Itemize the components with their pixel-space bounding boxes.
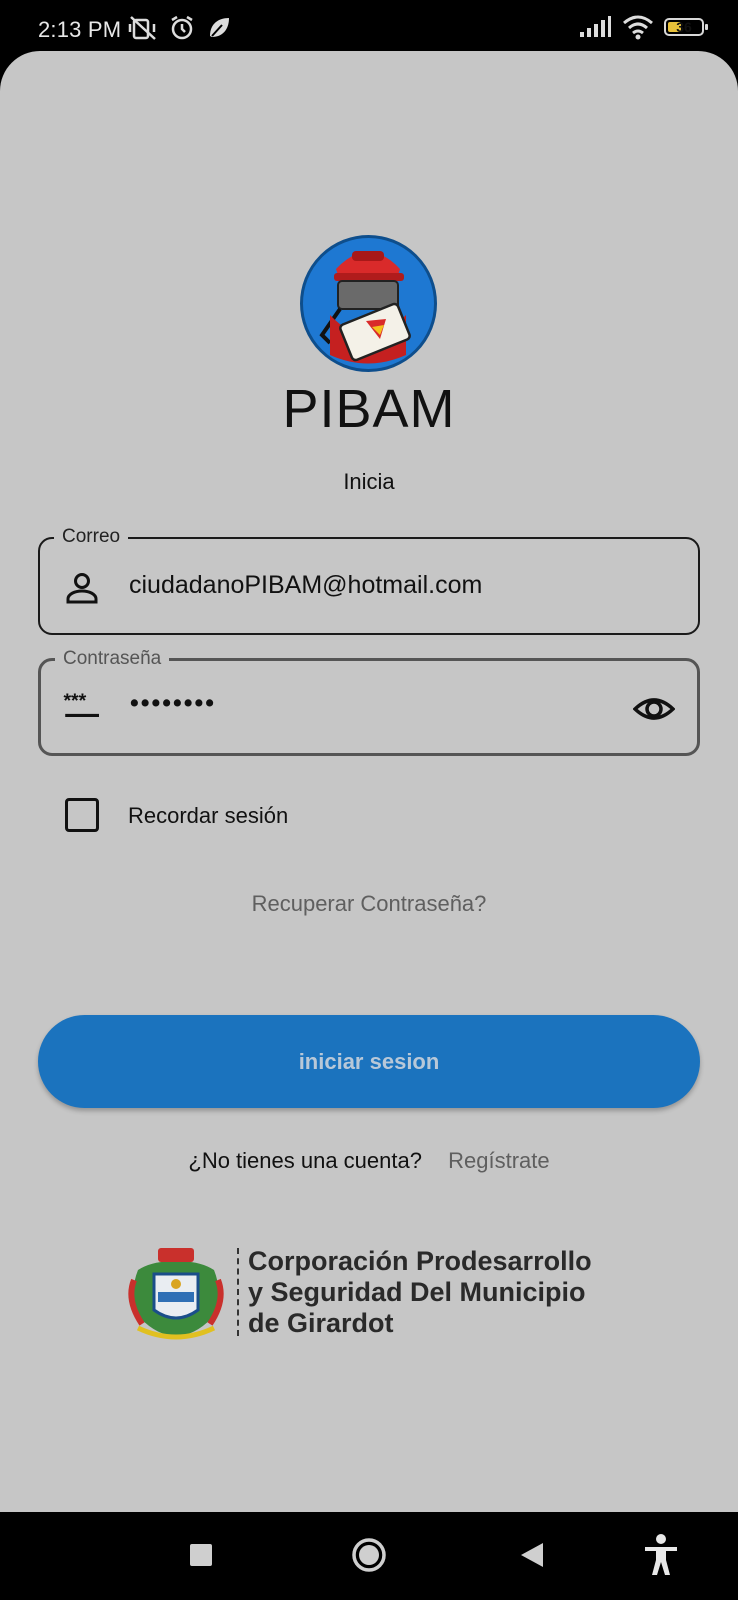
remember-label: Recordar sesión — [128, 803, 289, 828]
battery-icon: 36 — [664, 18, 708, 36]
organization-line-1: Corporación Prodesarrollo — [248, 1246, 592, 1276]
signup-link[interactable]: Regístrate — [448, 1148, 550, 1173]
svg-text:***: *** — [63, 690, 86, 712]
remember-checkbox[interactable] — [65, 798, 99, 832]
municipality-seal-logo — [128, 1248, 224, 1340]
status-time: 2:13 PM — [38, 17, 122, 42]
organization-line-3: de Girardot — [248, 1308, 394, 1338]
password-icon: *** — [63, 690, 99, 717]
leaf-icon — [210, 18, 229, 37]
recents-button-icon[interactable] — [190, 1544, 212, 1566]
app-title: PIBAM — [282, 379, 456, 439]
navigation-bar — [0, 1512, 738, 1600]
signup-prompt: ¿No tienes una cuenta? — [188, 1148, 422, 1173]
battery-level: 36 — [676, 19, 692, 35]
password-label: Contraseña — [55, 646, 170, 672]
email-field[interactable]: Correo ciudadanoPIBAM@hotmail.com — [38, 524, 700, 635]
password-value: •••••••• — [130, 689, 217, 717]
wifi-icon — [623, 15, 653, 40]
accessibility-icon[interactable] — [643, 1534, 679, 1576]
eye-icon[interactable] — [633, 689, 675, 729]
status-icons-left — [128, 14, 232, 42]
home-button-icon[interactable] — [351, 1537, 387, 1573]
email-label: Correo — [54, 524, 129, 550]
back-button-icon[interactable] — [521, 1543, 543, 1567]
login-button[interactable]: iniciar sesion — [38, 1015, 700, 1108]
email-value: ciudadanoPIBAM@hotmail.com — [129, 571, 483, 599]
password-field[interactable]: Contraseña *** •••••••• — [38, 646, 700, 756]
organization-name: Corporación Prodesarrollo y Seguridad De… — [248, 1246, 592, 1339]
vibrate-off-icon — [128, 16, 156, 40]
organization-line-2: y Seguridad Del Municipio — [248, 1277, 586, 1307]
recover-password-link[interactable]: Recuperar Contraseña? — [0, 891, 738, 917]
status-bar: 2:13 PM 36 — [0, 0, 738, 56]
person-icon — [66, 573, 98, 604]
page-subtitle: Inicia — [343, 469, 395, 494]
signup-row: ¿No tienes una cuenta? Regístrate — [0, 1148, 738, 1174]
alarm-icon — [171, 15, 193, 40]
footer-divider — [237, 1248, 239, 1336]
app-logo — [300, 235, 437, 372]
status-icons-right: 36 — [578, 14, 708, 40]
signal-icon — [580, 16, 611, 37]
